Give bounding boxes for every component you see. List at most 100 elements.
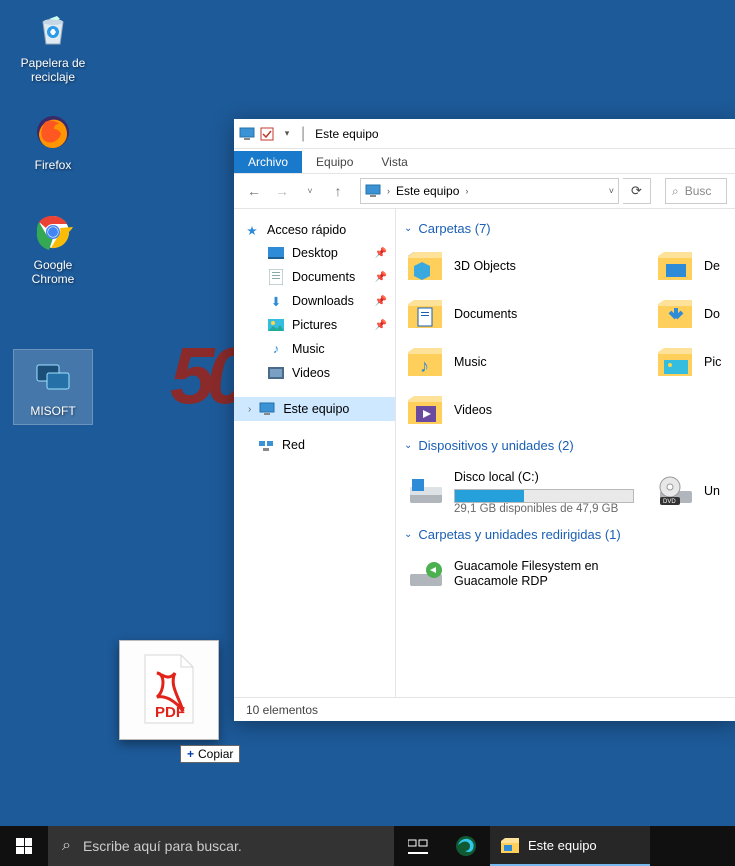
taskbar: ⌕ Escribe aquí para buscar. Este equipo <box>0 826 735 866</box>
drive-icon <box>406 471 446 511</box>
folder-music[interactable]: ♪Music <box>402 338 652 386</box>
group-label: Dispositivos y unidades (2) <box>418 438 573 453</box>
group-header-redirected[interactable]: ⌄ Carpetas y unidades redirigidas (1) <box>404 527 735 542</box>
nav-item-desktop[interactable]: Desktop📌 <box>234 241 395 265</box>
chevron-right-icon[interactable]: › <box>387 186 390 196</box>
chevron-right-icon: › <box>248 404 251 415</box>
chevron-right-icon[interactable]: › <box>465 186 468 196</box>
nav-item-pictures[interactable]: Pictures📌 <box>234 313 395 337</box>
status-bar: 10 elementos <box>234 697 735 721</box>
ribbon-tabs: Archivo Equipo Vista <box>234 149 735 173</box>
folder-downloads[interactable]: Do <box>652 290 722 338</box>
title-bar[interactable]: ▾ | Este equipo <box>234 119 735 149</box>
explorer-window: ▾ | Este equipo Archivo Equipo Vista ← →… <box>234 119 735 721</box>
group-label: Carpetas y unidades redirigidas (1) <box>418 527 620 542</box>
folder-icon <box>656 294 696 334</box>
downloads-icon: ⬇ <box>268 293 284 309</box>
taskbar-pinned-edge[interactable] <box>442 826 490 866</box>
nav-item-downloads[interactable]: ⬇ Downloads 📌 <box>234 289 395 313</box>
firefox-icon <box>31 110 75 154</box>
folder-desktop[interactable]: De <box>652 242 722 290</box>
folder-label: Documents <box>454 307 517 321</box>
address-breadcrumb[interactable]: › Este equipo › ˅ <box>360 178 619 204</box>
nav-network[interactable]: Red <box>234 433 395 457</box>
desktop-icon-label: Firefox <box>14 158 92 172</box>
documents-icon <box>268 269 284 285</box>
nav-item-label: Music <box>292 342 325 356</box>
folder-videos[interactable]: Videos <box>402 386 652 434</box>
folder-pictures[interactable]: Pic <box>652 338 722 386</box>
group-label: Carpetas (7) <box>418 221 490 236</box>
start-button[interactable] <box>0 826 48 866</box>
nav-recent-dropdown[interactable]: ˅ <box>298 179 322 203</box>
folder-label: Do <box>704 307 720 321</box>
refresh-button[interactable]: ⟳ <box>623 178 651 204</box>
folder-documents[interactable]: Documents <box>402 290 652 338</box>
folder-label: Videos <box>454 403 492 417</box>
dvd-drive-icon: DVD <box>656 471 696 511</box>
folder-label: De <box>704 259 720 273</box>
pictures-icon <box>268 317 284 333</box>
folder-3d-objects[interactable]: 3D Objects <box>402 242 652 290</box>
chevron-down-icon: ⌄ <box>404 529 412 540</box>
content-pane[interactable]: ⌄ Carpetas (7) 3D Objects De Documents Do… <box>396 209 735 697</box>
desktop-icon-misoft[interactable]: MISOFT <box>14 350 92 424</box>
svg-text:DVD: DVD <box>663 499 676 505</box>
svg-text:♪: ♪ <box>420 356 429 376</box>
nav-item-music[interactable]: ♪ Music <box>234 337 395 361</box>
ribbon-tab-file[interactable]: Archivo <box>234 151 302 173</box>
taskbar-window-explorer[interactable]: Este equipo <box>490 826 650 866</box>
this-pc-icon <box>259 401 275 417</box>
address-dropdown-icon[interactable]: ˅ <box>609 186 614 196</box>
chrome-icon <box>31 210 75 254</box>
desktop-icon-label: Papelera de reciclaje <box>14 56 92 84</box>
nav-this-pc[interactable]: › Este equipo <box>234 397 395 421</box>
folder-icon <box>406 246 446 286</box>
desktop-icon-firefox[interactable]: Firefox <box>14 110 92 172</box>
qat-dropdown-icon[interactable]: ▾ <box>279 126 295 142</box>
plus-icon: + <box>187 747 194 761</box>
svg-text:PDF: PDF <box>155 704 185 721</box>
pin-icon: 📌 <box>375 296 387 307</box>
nav-back-button[interactable]: ← <box>242 179 266 203</box>
wallpaper-text: 50 <box>170 330 243 422</box>
misoft-icon <box>31 356 75 400</box>
search-input[interactable]: ⌕ Busc <box>665 178 727 204</box>
music-icon: ♪ <box>268 341 284 357</box>
chevron-down-icon: ⌄ <box>404 223 412 234</box>
nav-item-label: Videos <box>292 366 330 380</box>
status-text: 10 elementos <box>246 703 318 717</box>
address-bar: ← → ˅ ↑ › Este equipo › ˅ ⟳ ⌕ Busc <box>234 173 735 209</box>
redirected-drive-guacamole[interactable]: Guacamole Filesystem en Guacamole RDP <box>402 548 652 600</box>
pin-icon: 📌 <box>375 248 387 259</box>
folder-label: Pic <box>704 355 721 369</box>
group-header-devices[interactable]: ⌄ Dispositivos y unidades (2) <box>404 438 735 453</box>
chevron-down-icon: ⌄ <box>404 440 412 451</box>
pin-icon: 📌 <box>375 320 387 331</box>
taskbar-search[interactable]: ⌕ Escribe aquí para buscar. <box>48 826 394 866</box>
nav-item-label: Downloads <box>292 294 354 308</box>
desktop-icon-recycle-bin[interactable]: Papelera de reciclaje <box>14 8 92 84</box>
window-title: Este equipo <box>315 127 378 141</box>
nav-up-button[interactable]: ↑ <box>326 179 350 203</box>
folder-icon <box>406 390 446 430</box>
group-header-folders[interactable]: ⌄ Carpetas (7) <box>404 221 735 236</box>
ribbon-tab-view[interactable]: Vista <box>367 151 421 173</box>
drive-local-c[interactable]: Disco local (C:) 29,1 GB disponibles de … <box>402 459 652 523</box>
breadcrumb-segment[interactable]: Este equipo <box>396 184 459 198</box>
nav-quick-access[interactable]: ★ Acceso rápido <box>234 219 395 241</box>
explorer-icon <box>500 837 520 853</box>
windows-logo-icon <box>16 838 32 854</box>
qat-properties-icon[interactable] <box>259 126 275 142</box>
ribbon-tab-computer[interactable]: Equipo <box>302 151 367 173</box>
folder-icon <box>406 294 446 334</box>
folder-icon <box>656 246 696 286</box>
drive-dvd[interactable]: DVD Un <box>652 459 722 523</box>
desktop-icon-chrome[interactable]: Google Chrome <box>14 210 92 286</box>
folder-label: 3D Objects <box>454 259 516 273</box>
nav-item-label: Red <box>282 438 305 452</box>
nav-item-documents[interactable]: Documents📌 <box>234 265 395 289</box>
task-view-button[interactable] <box>394 826 442 866</box>
nav-item-videos[interactable]: Videos <box>234 361 395 385</box>
recycle-bin-icon <box>31 8 75 52</box>
